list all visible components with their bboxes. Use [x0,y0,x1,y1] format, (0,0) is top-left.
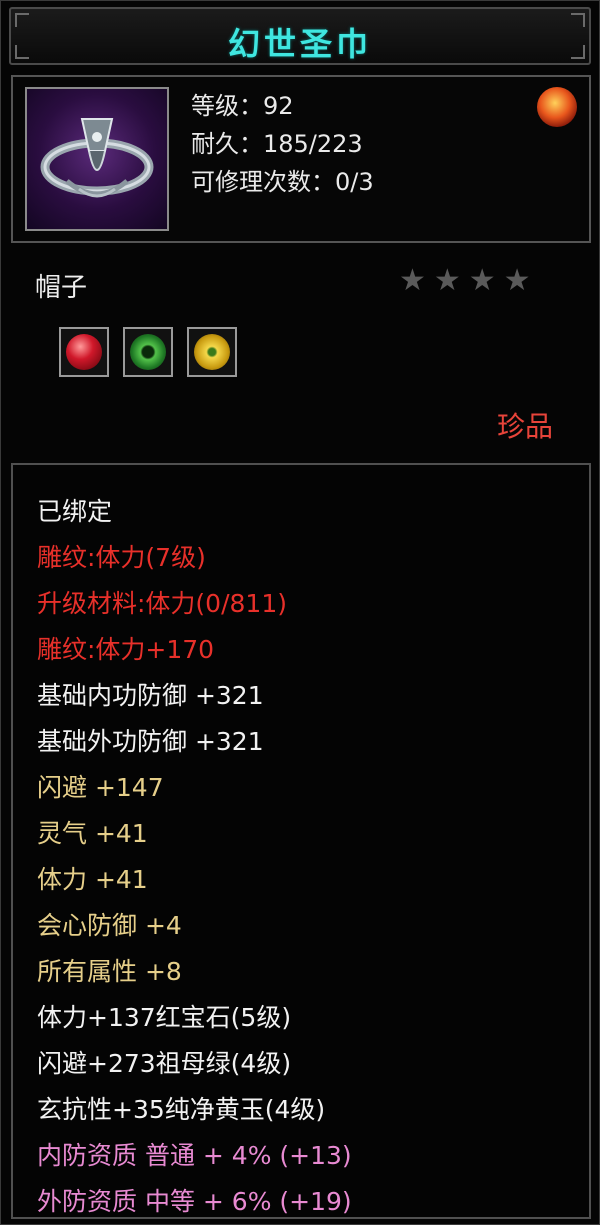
attribute-line: 基础内功防御 +321 [37,681,264,710]
attribute-line: 已绑定 [37,497,113,526]
item-type: 帽子 [35,273,88,303]
gem-slots [59,327,237,377]
attribute-line: 雕纹:体力+170 [37,635,215,664]
rarity-label: 珍品 [496,410,553,443]
title-bar: 幻世圣巾 [9,7,591,65]
attribute-line: 玄抗性+35纯净黄玉(4级) [37,1095,326,1124]
item-tooltip: 幻世圣巾 等级：92 耐久：185/223 可修理次数：0/3 帽子 ★★★★ [0,0,600,1225]
attribute-line: 体力 +41 [37,865,148,894]
star-rating: ★★★★ [399,263,539,298]
attribute-line: 闪避+273祖母绿(4级) [37,1049,292,1078]
attribute-line: 升级材料:体力(0/811) [37,589,287,618]
attribute-list: 已绑定雕纹:体力(7级) 升级材料:体力(0/811) 雕纹:体力+170 基础内功防… [37,489,352,1225]
emerald-gem-icon[interactable] [123,327,173,377]
repair-count-text: 可修理次数：0/3 [191,168,374,196]
topaz-gem-icon[interactable] [187,327,237,377]
attribute-line: 基础外功防御 +321 [37,727,264,756]
attribute-panel: 已绑定雕纹:体力(7级) 升级材料:体力(0/811) 雕纹:体力+170 基础内功防… [11,463,591,1219]
durability-text: 耐久：185/223 [191,130,363,158]
attribute-line: 闪避 +147 [37,773,164,802]
fire-emblem-icon [537,87,577,127]
item-stats: 等级：92 耐久：185/223 可修理次数：0/3 [191,87,374,201]
attribute-line: 灵气 +41 [37,819,148,848]
helmet-item-icon [25,87,169,231]
attribute-line: 会心防御 +4 [37,911,182,940]
item-header-panel: 等级：92 耐久：185/223 可修理次数：0/3 [11,75,591,243]
ruby-gem-icon[interactable] [59,327,109,377]
attribute-line: 所有属性 +8 [37,957,182,986]
attribute-line: 外防资质 中等 + 6% (+19) [37,1187,352,1216]
attribute-line: 雕纹:体力(7级) [37,543,206,572]
item-name: 幻世圣巾 [227,25,372,63]
attribute-line: 体力+137红宝石(5级) [37,1003,292,1032]
attribute-line: 内防资质 普通 + 4% (+13) [37,1141,352,1170]
level-text: 等级：92 [191,92,294,120]
